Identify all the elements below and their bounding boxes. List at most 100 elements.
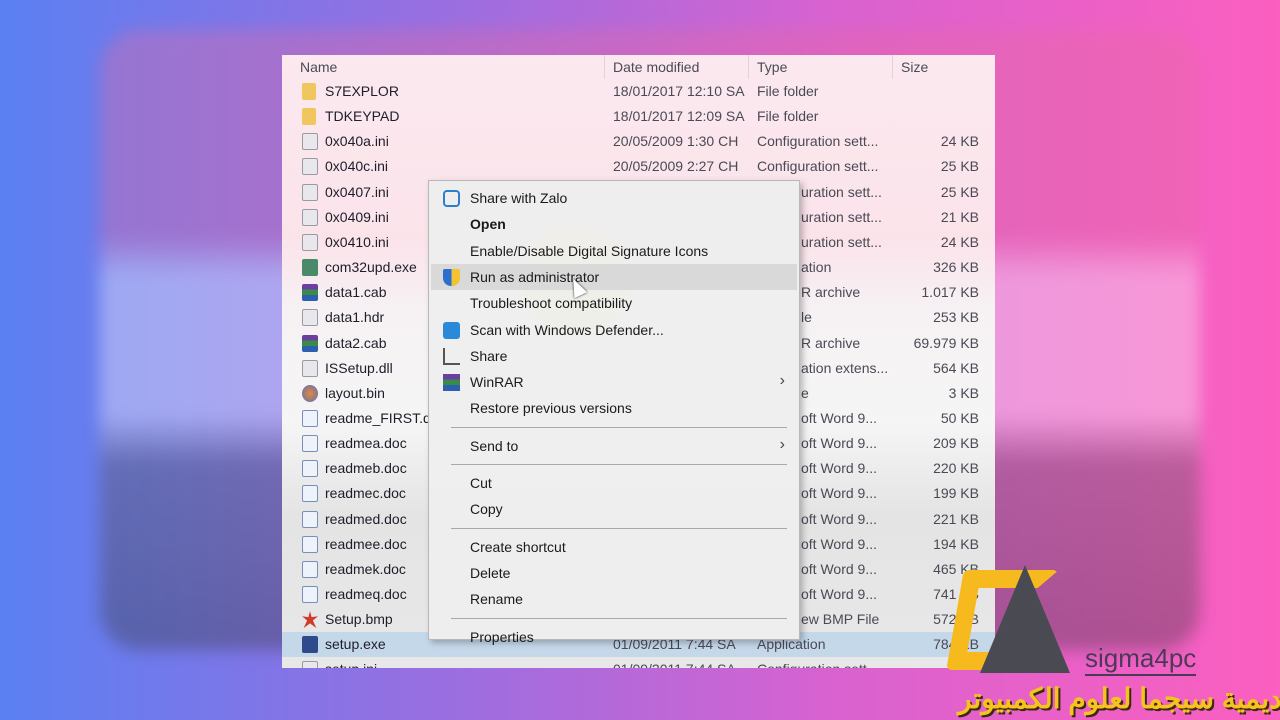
- file-row[interactable]: 0x040a.ini 20/05/2009 1:30 CH Configuratio…: [282, 129, 995, 154]
- ini-file-icon: [302, 183, 318, 201]
- menu-item-label: Open: [470, 216, 506, 233]
- file-size: 199 KB: [933, 485, 979, 502]
- file-type: uration sett...: [801, 233, 882, 250]
- file-date: 20/05/2009 2:27 CH: [613, 158, 739, 175]
- zalo-icon: [443, 190, 460, 207]
- file-size: 194 KB: [933, 535, 979, 552]
- menu-item-copy[interactable]: Copy: [431, 496, 797, 522]
- file-name: 0x0409.ini: [325, 208, 389, 225]
- file-name: readmea.doc: [325, 435, 407, 452]
- file-name: com32upd.exe: [325, 259, 417, 276]
- menu-item-open[interactable]: Open: [431, 211, 797, 237]
- ini-file-icon: [302, 133, 318, 151]
- file-type: Configuration sett...: [757, 158, 879, 175]
- menu-item-share[interactable]: Share: [431, 343, 797, 369]
- column-date[interactable]: Date modified: [613, 59, 699, 75]
- file-size: 3 KB: [948, 384, 979, 401]
- file-name: 0x0407.ini: [325, 183, 389, 200]
- menu-item-label: Scan with Windows Defender...: [470, 321, 664, 338]
- ini-file-icon: [302, 661, 318, 668]
- menu-item-restore-previous-versions[interactable]: Restore previous versions: [431, 395, 797, 421]
- menu-item-rename[interactable]: Rename: [431, 586, 797, 612]
- menu-item-scan-with-windows-defender[interactable]: Scan with Windows Defender...: [431, 317, 797, 343]
- menu-item-label: Delete: [470, 564, 511, 581]
- file-size: 564 KB: [933, 359, 979, 376]
- file-size: 209 KB: [933, 435, 979, 452]
- file-type: Configuration sett...: [757, 661, 878, 668]
- menu-item-create-shortcut[interactable]: Create shortcut: [431, 534, 797, 560]
- menu-item-label: Rename: [470, 591, 523, 608]
- windows-defender-icon: [443, 321, 460, 339]
- file-size: 326 KB: [933, 259, 979, 276]
- doc-file-icon: [302, 535, 318, 553]
- menu-item-troubleshoot-compatibility[interactable]: Troubleshoot compatibility: [431, 290, 797, 316]
- file-date: 01/09/2011 7:44 SA: [613, 661, 736, 668]
- file-name: 0x040c.ini: [325, 158, 389, 175]
- menu-item-label: Share: [470, 347, 508, 364]
- ini-file-icon: [302, 158, 318, 176]
- doc-file-icon: [302, 460, 318, 478]
- file-type: oft Word 9...: [801, 510, 877, 527]
- file-name: 0x040a.ini: [325, 133, 389, 150]
- file-name: setup.exe: [325, 636, 386, 653]
- column-type[interactable]: Type: [757, 59, 787, 75]
- chevron-right-icon: ›: [779, 372, 785, 390]
- file-row[interactable]: TDKEYPAD 18/01/2017 12:09 SA File folder: [282, 104, 995, 129]
- cab-file-icon: [302, 334, 318, 352]
- exe-file-icon: [302, 259, 318, 277]
- doc-file-icon: [302, 485, 318, 503]
- menu-item-delete[interactable]: Delete: [431, 560, 797, 586]
- menu-separator: [451, 426, 787, 428]
- ini-file-icon: [302, 208, 318, 226]
- menu-item-label: Properties: [470, 628, 534, 645]
- file-name: readmek.doc: [325, 560, 406, 577]
- ini-file-icon: [302, 359, 318, 377]
- menu-item-label: Share with Zalo: [470, 190, 568, 206]
- file-type: oft Word 9...: [801, 586, 877, 602]
- file-date: 18/01/2017 12:10 SA: [613, 83, 745, 99]
- sigma4pc-logo: sigma4pc: [946, 565, 1210, 676]
- menu-item-run-as-administrator[interactable]: Run as administrator: [431, 263, 797, 290]
- file-size: 25 KB: [940, 183, 979, 200]
- file-name: TDKEYPAD: [325, 108, 400, 125]
- file-name: readme_FIRST.d: [325, 409, 431, 426]
- file-row[interactable]: S7EXPLOR 18/01/2017 12:10 SA File folder: [282, 79, 995, 104]
- file-size: 50 KB: [940, 409, 979, 426]
- file-type: File folder: [757, 108, 819, 125]
- share-icon: [443, 347, 460, 365]
- menu-item-enable-disable-digital-signature-icons[interactable]: Enable/Disable Digital Signature Icons: [431, 238, 797, 264]
- menu-item-cut[interactable]: Cut: [431, 470, 797, 496]
- menu-separator: [451, 527, 787, 529]
- folder-file-icon: [302, 108, 316, 126]
- file-name: data1.cab: [325, 284, 387, 301]
- file-name: readmeb.doc: [325, 460, 407, 477]
- file-name: 0x0410.ini: [325, 233, 389, 250]
- file-date: 18/01/2017 12:09 SA: [613, 108, 745, 125]
- folder-file-icon: [302, 83, 316, 100]
- menu-item-send-to[interactable]: Send to ›: [431, 433, 797, 459]
- ini-file-icon: [302, 233, 318, 251]
- file-row[interactable]: setup.ini 01/09/2011 7:44 SA Configuration…: [282, 657, 995, 668]
- bmp-file-icon: [302, 611, 318, 629]
- menu-item-winrar[interactable]: WinRAR ›: [431, 369, 797, 395]
- menu-item-label: WinRAR: [470, 374, 524, 391]
- column-size[interactable]: Size: [901, 59, 928, 75]
- file-type: ation: [801, 259, 832, 276]
- file-type: R archive: [801, 284, 861, 301]
- cab-file-icon: [302, 284, 318, 302]
- menu-item-label: Create shortcut: [470, 538, 566, 555]
- file-size: 21 KB: [940, 208, 979, 225]
- doc-file-icon: [302, 435, 318, 453]
- file-name: data1.hdr: [325, 309, 385, 326]
- file-row[interactable]: 0x040c.ini 20/05/2009 2:27 CH Configuratio…: [282, 154, 995, 179]
- column-name[interactable]: Name: [300, 59, 337, 75]
- menu-item-label: Restore previous versions: [470, 400, 632, 417]
- file-type: oft Word 9...: [801, 535, 877, 552]
- menu-item-properties[interactable]: Properties: [431, 624, 797, 650]
- file-name: readmed.doc: [325, 510, 407, 527]
- menu-item-share-with-zalo[interactable]: Share with Zalo: [431, 185, 797, 211]
- file-type: uration sett...: [801, 208, 882, 225]
- file-name: layout.bin: [325, 384, 385, 401]
- file-type: oft Word 9...: [801, 435, 877, 452]
- file-size: 221 KB: [933, 510, 979, 527]
